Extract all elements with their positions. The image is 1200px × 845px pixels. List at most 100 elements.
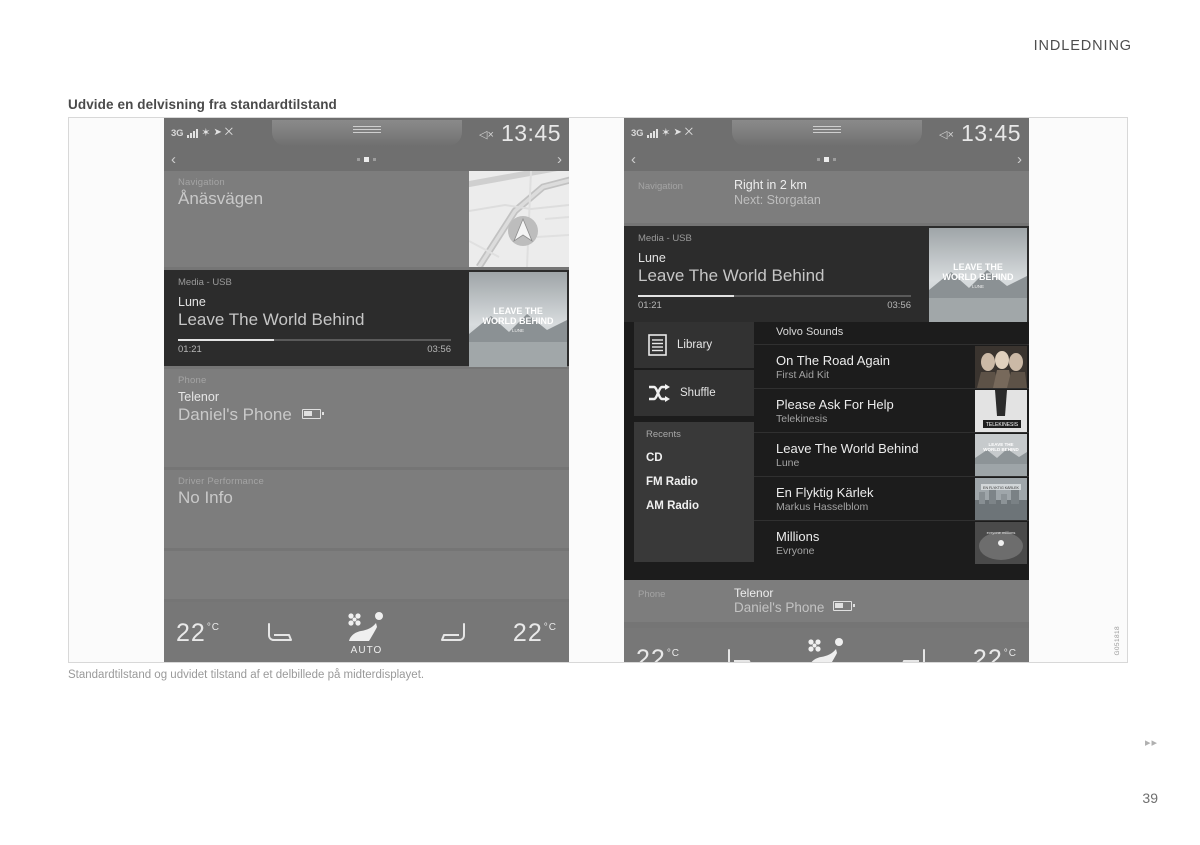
tile-navigation-label-right: Navigation	[638, 181, 683, 192]
tile-driver-performance-left[interactable]: Driver Performance No Info	[164, 470, 569, 548]
track-list[interactable]: Volvo Sounds On The Road Again First Aid…	[754, 322, 1029, 580]
tile-navigation-right[interactable]: Navigation Right in 2 km Next: Storgatan	[624, 171, 1029, 223]
pager-prev-arrow-left[interactable]: ‹	[171, 152, 176, 167]
media-duration-right: 03:56	[887, 300, 911, 311]
media-source-label-right: Media - USB	[638, 233, 692, 244]
climate-unit: °C	[666, 647, 681, 659]
climate-bar-right: 22 °C 22 °C	[624, 628, 1029, 663]
svg-text:LUNE: LUNE	[972, 284, 984, 289]
tile-phone-label-right: Phone	[638, 589, 666, 600]
album-art-right[interactable]: LEAVE THE WORLD BEHIND LUNE	[929, 228, 1027, 323]
track-artist: Markus Hasselblom	[776, 500, 869, 513]
climate-unit: °C	[206, 621, 221, 633]
media-progress-bar-right[interactable]	[638, 295, 911, 297]
status-right-right: ◁× 13:45	[939, 121, 1029, 145]
media-source-title: Volvo Sounds	[776, 326, 844, 338]
svg-text:WORLD BEHIND: WORLD BEHIND	[483, 316, 554, 326]
phone-device-name-left: Daniel's Phone	[178, 405, 292, 424]
footer-arrows: ▸▸	[1144, 737, 1158, 749]
track-list-item[interactable]: On The Road Again First Aid Kit	[754, 344, 1029, 388]
pull-down-handle[interactable]	[731, 120, 922, 146]
track-album-art: evryone millions	[975, 522, 1027, 564]
media-times-left: 01:21 03:56	[164, 341, 465, 355]
track-album-art: TELEKINESIS	[975, 390, 1027, 432]
status-icons-left: 3G ✶ ➤ ⨉	[171, 125, 233, 141]
navigation-arrow-icon: ➤	[213, 127, 222, 138]
track-list-item[interactable]: Please Ask For Help Telekinesis TELEKINE…	[754, 388, 1029, 432]
status-icons-right: 3G ✶ ➤ ⨉	[631, 125, 693, 141]
status-bar-right: 3G ✶ ➤ ⨉ ◁× 13:45	[624, 118, 1029, 148]
tile-navigation-left[interactable]: Navigation Ånäsvägen	[164, 171, 569, 267]
pull-down-handle[interactable]	[271, 120, 462, 146]
seat-icon	[902, 649, 926, 662]
pager-dot-active[interactable]	[364, 157, 369, 162]
track-artist: Lune	[776, 456, 800, 469]
track-title: Please Ask For Help	[776, 396, 894, 412]
media-artist-left: Lune	[178, 295, 206, 309]
phone-device-name-right: Daniel's Phone	[734, 600, 825, 615]
climate-left-temp-left-screen[interactable]: 22 °C	[176, 619, 220, 648]
seat-heater-right-icon[interactable]	[438, 621, 468, 645]
pager-dot[interactable]	[357, 158, 360, 161]
figure-caption: Standardtilstand og udvidet tilstand af …	[68, 669, 425, 681]
track-album-art	[975, 346, 1027, 388]
climate-left-temp-value: 22	[176, 618, 206, 647]
figure-id-code: G051818	[1114, 626, 1121, 656]
shuffle-button[interactable]: Shuffle	[634, 370, 754, 416]
mute-icon[interactable]: ◁×	[939, 128, 954, 141]
recents-item-am-radio[interactable]: AM Radio	[634, 488, 754, 512]
recents-item-fm-radio[interactable]: FM Radio	[634, 464, 754, 488]
shuffle-icon	[649, 384, 670, 402]
pager-next-arrow-right[interactable]: ›	[1017, 152, 1022, 167]
pager-dot[interactable]	[833, 158, 836, 161]
pager-dot-active[interactable]	[824, 157, 829, 162]
album-art-left[interactable]: LEAVE THE WORLD BEHIND LUNE	[469, 272, 567, 367]
track-album-art: LEAVE THE WORLD BEHIND	[975, 434, 1027, 476]
climate-bar-left: 22 °C AUTO 22 °C	[164, 602, 569, 662]
phone-carrier-right: Telenor	[734, 586, 774, 600]
tile-media-right[interactable]: Media - USB Lune Leave The World Behind …	[624, 226, 1029, 323]
library-button[interactable]: Library	[634, 322, 754, 368]
seat-heater-left-icon[interactable]	[265, 621, 295, 645]
track-list-item[interactable]: En Flyktig Kärlek Markus Hasselblom EN F…	[754, 476, 1029, 520]
tile-phone-right[interactable]: Phone Telenor Daniel's Phone	[624, 580, 1029, 622]
pager-dot[interactable]	[373, 158, 376, 161]
album-thumb-icon: EN FLYKTIG KÄRLEK	[975, 478, 1027, 520]
bluetooth-icon: ✶	[661, 126, 671, 139]
figure-container: 3G ✶ ➤ ⨉ ◁× 13:45 ‹ › Navigation Ånäsväg…	[68, 117, 1128, 663]
pager-dot[interactable]	[817, 158, 820, 161]
mute-icon[interactable]: ◁×	[479, 128, 494, 141]
recents-item-cd[interactable]: CD	[634, 440, 754, 464]
map-thumbnail-left[interactable]	[469, 171, 569, 267]
navigation-instruction-right: Right in 2 km	[734, 178, 807, 192]
track-title: Millions	[776, 528, 820, 544]
tile-phone-left[interactable]: Phone Telenor Daniel's Phone	[164, 369, 569, 467]
climate-auto-left[interactable]: AUTO	[339, 610, 393, 656]
home-pager-right: ‹ ›	[624, 148, 1029, 171]
climate-right-temp-left-screen[interactable]: 22 °C	[513, 619, 557, 648]
svg-text:LUNE: LUNE	[512, 328, 524, 333]
climate-auto-right[interactable]: AUTO	[799, 636, 853, 662]
fan-seat-auto-icon	[348, 612, 384, 641]
seat-heater-left-icon[interactable]	[725, 647, 755, 662]
seat-icon	[727, 649, 751, 662]
media-artist-right: Lune	[638, 251, 666, 265]
seat-heater-right-icon[interactable]	[898, 647, 928, 662]
media-progress-bar-left[interactable]	[178, 339, 451, 341]
track-list-item[interactable]: Leave The World Behind Lune LEAVE THE WO…	[754, 432, 1029, 476]
shuffle-button-label: Shuffle	[680, 387, 716, 399]
network-3g-label: 3G	[171, 127, 184, 139]
pager-dots-left	[357, 157, 376, 162]
track-title: Leave The World Behind	[776, 440, 919, 456]
media-elapsed-left: 01:21	[178, 344, 202, 355]
track-list-item[interactable]: Millions Evryone evryone millions	[754, 520, 1029, 564]
climate-left-temp-right-screen[interactable]: 22 °C	[636, 645, 681, 663]
phone-device-left: Daniel's Phone	[164, 404, 569, 425]
pager-prev-arrow-right[interactable]: ‹	[631, 152, 636, 167]
media-duration-left: 03:56	[427, 344, 451, 355]
svg-text:LEAVE THE: LEAVE THE	[493, 306, 543, 316]
navigation-arrow-icon: ➤	[673, 127, 682, 138]
pager-next-arrow-left[interactable]: ›	[557, 152, 562, 167]
tile-media-left[interactable]: Media - USB Lune Leave The World Behind …	[164, 270, 569, 367]
climate-right-temp-right-screen[interactable]: 22 °C	[973, 645, 1017, 663]
